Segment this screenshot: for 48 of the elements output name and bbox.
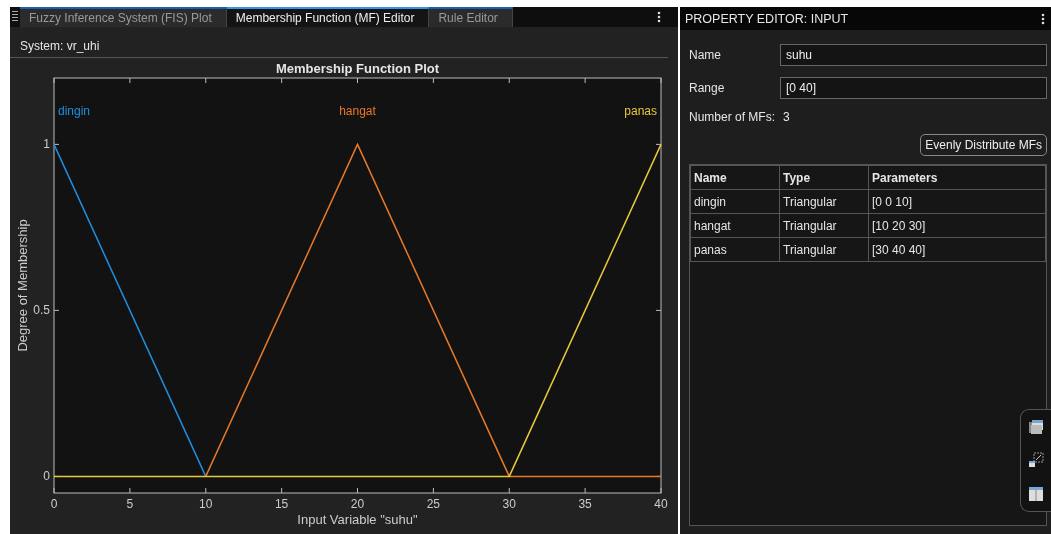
table-cell[interactable]: [0 0 10] [868, 189, 1046, 214]
input-field[interactable]: [0 40] [780, 76, 1047, 99]
column-header: Name [690, 165, 780, 190]
x-tick-label: 5 [126, 497, 134, 511]
y-axis-label: Degree of Membership [15, 219, 30, 352]
series-label: panas [624, 104, 657, 119]
mf-count-label: Number of MFs: [689, 110, 775, 124]
windows-icon[interactable] [1028, 418, 1044, 435]
field-label: Name [689, 47, 722, 62]
resize-icon[interactable] [1028, 452, 1044, 469]
series-label: hangat [339, 104, 376, 119]
mf-count: 3 [783, 110, 790, 124]
table-cell[interactable]: Triangular [779, 189, 869, 214]
x-tick-label: 10 [199, 497, 213, 511]
series-label: dingin [58, 104, 91, 119]
x-axis-label: Input Variable "suhu" [297, 512, 418, 527]
field-label: Range [689, 80, 726, 95]
table-cell[interactable]: dingin [690, 189, 780, 214]
column-header: Parameters [868, 165, 1046, 190]
y-tick-label: 0.5 [33, 303, 50, 318]
x-tick-label: 40 [654, 497, 668, 511]
table-cell[interactable]: [30 40 40] [868, 237, 1046, 262]
table-cell[interactable]: panas [690, 237, 780, 262]
more-options-icon[interactable] [1041, 12, 1045, 25]
tab[interactable]: Rule Editor [429, 7, 513, 27]
x-tick-label: 20 [350, 497, 365, 511]
grip-icon[interactable] [12, 11, 18, 23]
x-tick-label: 0 [50, 497, 58, 511]
tab[interactable]: Fuzzy Inference System (FIS) Plot [20, 7, 227, 27]
more-options-icon[interactable] [657, 11, 661, 23]
x-tick-label: 15 [274, 497, 289, 511]
distribute-button[interactable]: Evenly Distribute MFs [920, 134, 1047, 156]
table-cell[interactable]: Triangular [779, 237, 869, 262]
table-cell[interactable]: hangat [690, 213, 780, 238]
chart-title: Membership Function Plot [275, 61, 440, 76]
x-tick-label: 30 [502, 497, 516, 511]
x-tick-label: 25 [426, 497, 441, 511]
tab[interactable]: Membership Function (MF) Editor [226, 7, 430, 27]
table-cell[interactable]: Triangular [779, 213, 869, 238]
system-label: System: vr_uhi [10, 27, 668, 58]
x-tick-label: 35 [578, 497, 592, 511]
table-cell[interactable]: [10 20 30] [868, 213, 1046, 238]
column-header: Type [779, 165, 869, 190]
panel-title: PROPERTY EDITOR: INPUT [685, 11, 849, 26]
input-field[interactable]: suhu [780, 43, 1047, 66]
layout-icon[interactable] [1028, 486, 1044, 503]
y-tick-label: 1 [43, 137, 50, 152]
y-tick-label: 0 [43, 469, 50, 484]
